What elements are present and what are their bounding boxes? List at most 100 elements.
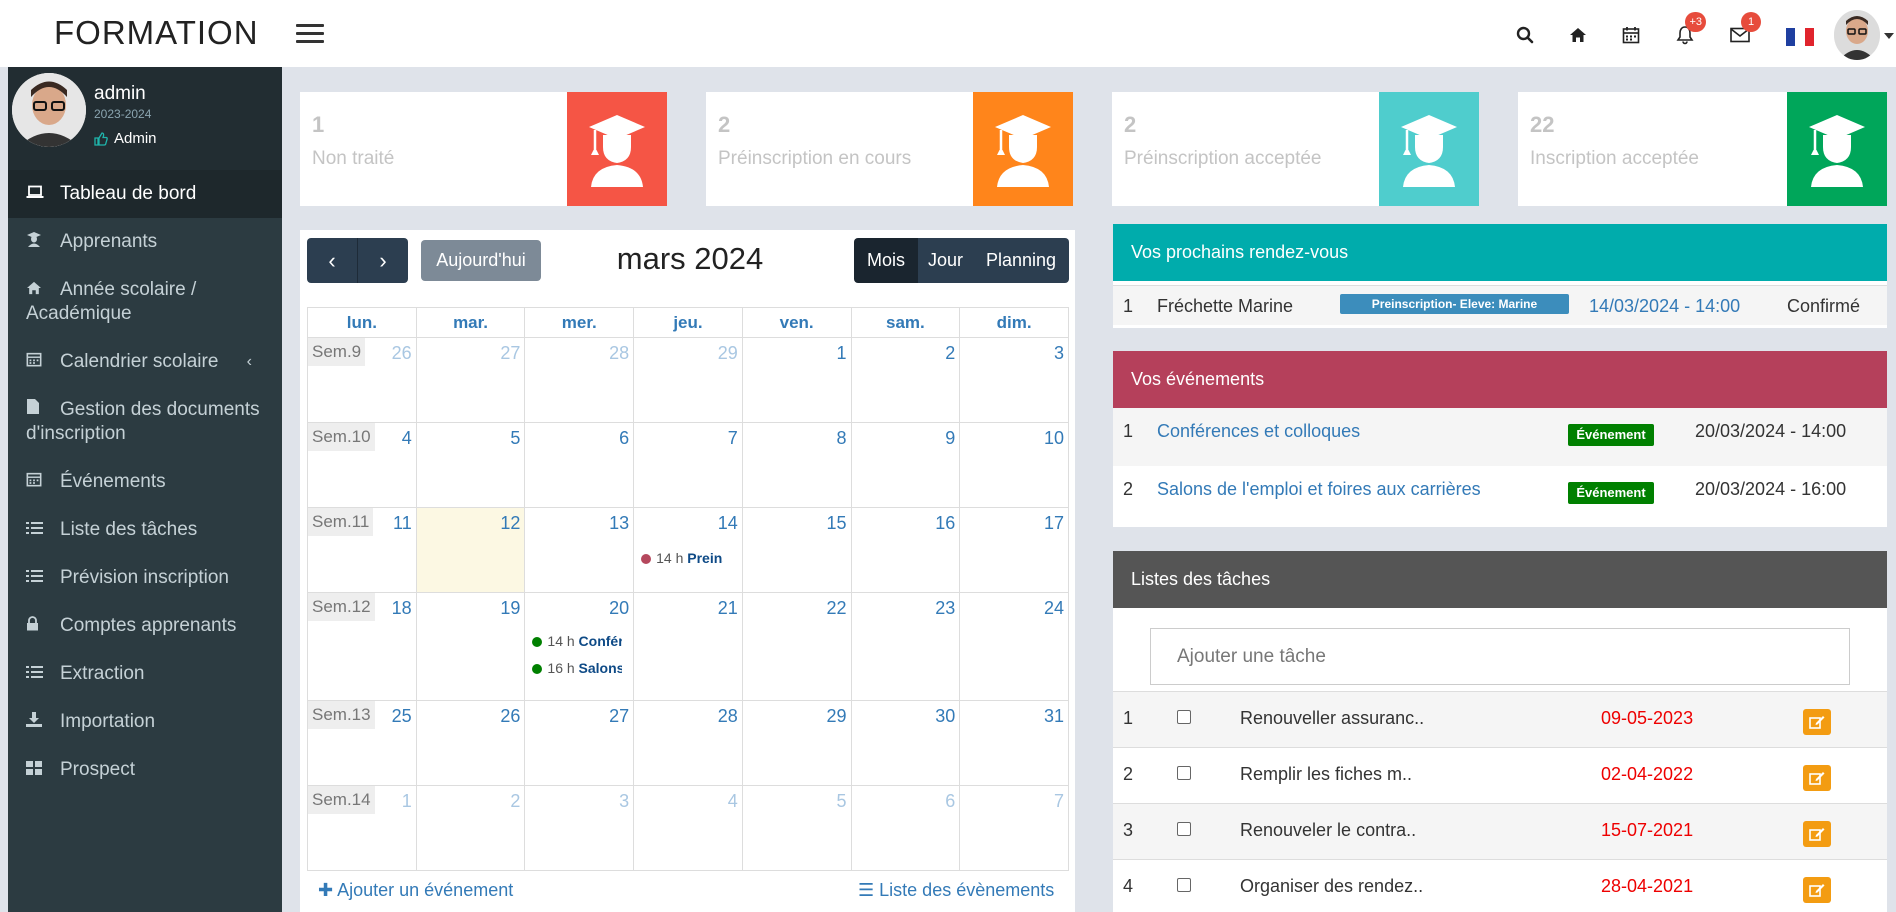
day-number[interactable]: 29 (826, 706, 846, 727)
stat-preinscription-en-cours[interactable]: 2 Préinscription en cours (706, 92, 1073, 206)
day-number[interactable]: 27 (609, 706, 629, 727)
day-number[interactable]: 23 (935, 598, 955, 619)
day-number[interactable]: 17 (1044, 513, 1064, 534)
view-day-button[interactable]: Jour (918, 238, 973, 283)
day-number[interactable]: 4 (402, 428, 412, 449)
calendar-day-today[interactable]: 12 (415, 507, 526, 593)
day-number[interactable]: 15 (826, 513, 846, 534)
day-number[interactable]: 27 (500, 343, 520, 364)
sidebar-item-liste-taches[interactable]: Liste des tâches (8, 506, 282, 554)
sidebar-item-calendrier-scolaire[interactable]: Calendrier scolaire ‹ (8, 338, 282, 386)
calendar-day[interactable]: 30 (850, 700, 961, 786)
day-number[interactable]: 19 (500, 598, 520, 619)
calendar-day[interactable]: 3 (959, 337, 1069, 423)
day-number[interactable]: 25 (392, 706, 412, 727)
calendar-day[interactable]: Sem.9 26 (307, 337, 417, 423)
calendar-day[interactable]: Sem.10 4 (307, 422, 417, 508)
event-row[interactable]: 1 Conférences et colloques Événement 20/… (1113, 408, 1887, 466)
calendar-day[interactable]: 17 (959, 507, 1069, 593)
calendar-day[interactable]: 27 (415, 337, 526, 423)
french-flag-icon[interactable] (1786, 28, 1814, 46)
user-menu-caret-icon[interactable] (1884, 33, 1894, 39)
sidebar-item-comptes-apprenants[interactable]: Comptes apprenants (8, 602, 282, 650)
calendar-day[interactable]: Sem.12 18 (307, 592, 417, 701)
day-number[interactable]: 13 (609, 513, 629, 534)
day-number[interactable]: 24 (1044, 598, 1064, 619)
calendar-day[interactable]: Sem.14 1 (307, 785, 417, 871)
list-events-link[interactable]: ☰ Liste des évènements (858, 880, 1054, 901)
day-number[interactable]: 5 (837, 791, 847, 812)
day-number[interactable]: 3 (619, 791, 629, 812)
sidebar-item-evenements[interactable]: Événements (8, 458, 282, 506)
calendar-day[interactable]: 15 (741, 507, 852, 593)
view-month-button[interactable]: Mois (854, 238, 918, 283)
view-planning-button[interactable]: Planning (973, 238, 1069, 283)
edit-task-button[interactable] (1803, 709, 1831, 735)
day-number[interactable]: 26 (392, 343, 412, 364)
calendar-day[interactable]: 31 (959, 700, 1069, 786)
calendar-day[interactable]: 21 (633, 592, 743, 701)
day-number[interactable]: 2 (945, 343, 955, 364)
calendar-day[interactable]: Sem.11 11 (307, 507, 417, 593)
week-number[interactable]: Sem.10 (308, 423, 375, 451)
sidebar-item-extraction[interactable]: Extraction (8, 650, 282, 698)
calendar-day[interactable]: 28 (524, 337, 635, 423)
calendar-day[interactable]: 29 (741, 700, 852, 786)
sidebar-item-annee-scolaire[interactable]: Année scolaire / Académique (8, 266, 282, 338)
calendar-day[interactable]: 7 (959, 785, 1069, 871)
calendar-day[interactable]: 20 14 h Conférences 16 h Salons (524, 592, 635, 701)
stat-non-traite[interactable]: 1 Non traité (300, 92, 667, 206)
calendar-day[interactable]: 19 (415, 592, 526, 701)
calendar-day[interactable]: 22 (741, 592, 852, 701)
day-number[interactable]: 1 (402, 791, 412, 812)
day-number[interactable]: 11 (393, 513, 412, 534)
day-number[interactable]: 14 (718, 513, 738, 534)
calendar-day[interactable]: 6 (850, 785, 961, 871)
calendar-day[interactable]: 10 (959, 422, 1069, 508)
sidebar-item-prevision-inscription[interactable]: Prévision inscription (8, 554, 282, 602)
day-number[interactable]: 20 (609, 598, 629, 619)
calendar-day[interactable]: 8 (741, 422, 852, 508)
day-number[interactable]: 4 (728, 791, 738, 812)
calendar-day[interactable]: 28 (633, 700, 743, 786)
calendar-button[interactable] (1618, 22, 1644, 48)
day-number[interactable]: 7 (1054, 791, 1064, 812)
day-number[interactable]: 18 (392, 598, 412, 619)
event-row[interactable]: 2 Salons de l'emploi et foires aux carri… (1113, 466, 1887, 524)
calendar-event[interactable]: 16 h Salons (532, 660, 622, 676)
calendar-day[interactable]: 3 (524, 785, 635, 871)
week-number[interactable]: Sem.9 (308, 338, 366, 366)
sidebar-item-gestion-documents[interactable]: Gestion des documents d'inscription (8, 386, 282, 458)
task-checkbox[interactable] (1177, 822, 1191, 836)
day-number[interactable]: 6 (945, 791, 955, 812)
day-number[interactable]: 21 (718, 598, 738, 619)
calendar-day[interactable]: 7 (633, 422, 743, 508)
edit-task-button[interactable] (1803, 877, 1831, 903)
day-number[interactable]: 6 (619, 428, 629, 449)
stat-inscription-acceptee[interactable]: 22 Inscription acceptée (1518, 92, 1887, 206)
calendar-day[interactable]: 29 (633, 337, 743, 423)
day-number[interactable]: 3 (1054, 343, 1064, 364)
task-checkbox[interactable] (1177, 710, 1191, 724)
week-number[interactable]: Sem.11 (308, 508, 374, 536)
edit-task-button[interactable] (1803, 821, 1831, 847)
week-number[interactable]: Sem.12 (308, 593, 375, 621)
task-checkbox[interactable] (1177, 878, 1191, 892)
calendar-day[interactable]: 23 (850, 592, 961, 701)
week-number[interactable]: Sem.14 (308, 786, 375, 814)
sidebar-item-apprenants[interactable]: Apprenants (8, 218, 282, 266)
event-name-link[interactable]: Salons de l'emploi et foires aux carrièr… (1157, 479, 1481, 500)
calendar-day[interactable]: 2 (850, 337, 961, 423)
day-number[interactable]: 8 (837, 428, 847, 449)
sidebar-item-tableau-de-bord[interactable]: Tableau de bord (8, 170, 282, 219)
day-number[interactable]: 1 (837, 343, 847, 364)
day-number[interactable]: 7 (728, 428, 738, 449)
calendar-event[interactable]: 14 h Conférences (532, 633, 622, 649)
calendar-day[interactable]: 5 (741, 785, 852, 871)
sidebar-toggle-button[interactable] (296, 24, 324, 44)
calendar-day[interactable]: 16 (850, 507, 961, 593)
add-task-input[interactable] (1150, 628, 1850, 685)
event-name-link[interactable]: Conférences et colloques (1157, 421, 1360, 442)
day-number[interactable]: 26 (500, 706, 520, 727)
brand-logo[interactable]: FORMATION (54, 14, 259, 52)
